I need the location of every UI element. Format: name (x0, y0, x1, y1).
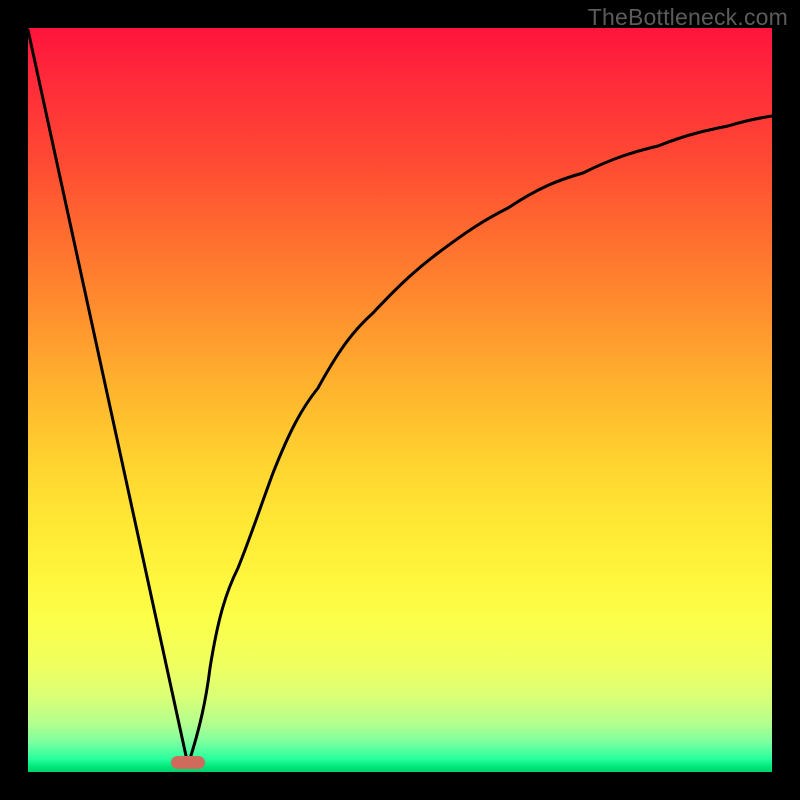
bottleneck-curve (28, 28, 772, 772)
plot-area (28, 28, 772, 772)
curve-left-branch (28, 30, 188, 765)
watermark-text: TheBottleneck.com (588, 4, 788, 31)
curve-right-branch (188, 116, 772, 765)
optimum-marker (171, 756, 205, 769)
